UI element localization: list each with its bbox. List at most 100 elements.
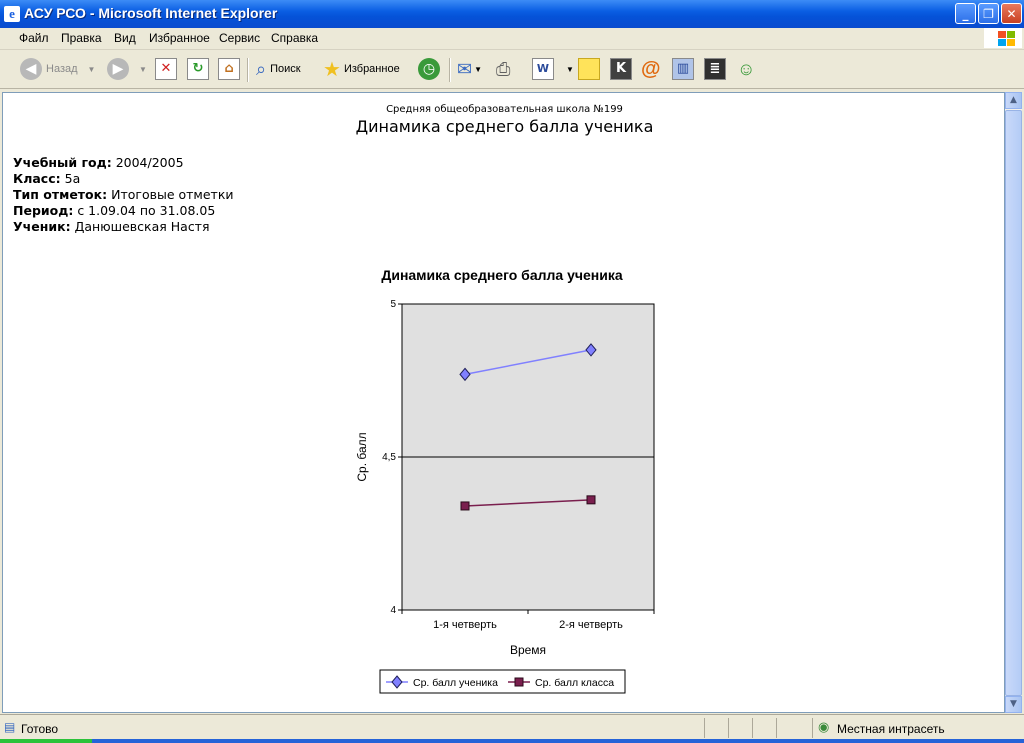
- x-tick-label: 2-я четверть: [559, 619, 623, 631]
- back-label: Назад: [46, 63, 78, 75]
- toolbar: ◀ Назад ▼ ▶ ▼ ✕ ↻ ⌂ ⌕ Поиск ★ Избранное …: [0, 50, 1024, 89]
- chart-title: Динамика среднего балла ученика: [381, 267, 622, 283]
- scroll-up-button[interactable]: ▲: [1005, 92, 1022, 109]
- legend-label: Ср. балл класса: [535, 677, 614, 689]
- y-axis-label: Ср. балл: [355, 432, 369, 481]
- data-point-series-2: [586, 495, 596, 505]
- info-value: 5а: [64, 171, 81, 186]
- status-bar: ▤ Готово ◉ Местная интрасеть: [0, 714, 1024, 743]
- archive-icon: ≣: [704, 58, 726, 80]
- menu-tools[interactable]: Сервис: [219, 31, 260, 45]
- status-pane: [776, 718, 777, 738]
- info-class: Класс: 5а: [13, 171, 80, 186]
- info-value: с 1.09.04 по 31.08.05: [77, 203, 216, 218]
- info-label: Период:: [13, 203, 74, 218]
- books-icon: ▥: [672, 58, 694, 80]
- forward-button[interactable]: ▶ ▼: [107, 56, 147, 82]
- forward-arrow-icon: ▶: [107, 58, 129, 80]
- archive-button[interactable]: ≣: [704, 56, 730, 82]
- menu-bar: Файл Правка Вид Избранное Сервис Справка: [0, 28, 1024, 50]
- toolbar-separator: [247, 58, 249, 82]
- menu-favorites[interactable]: Избранное: [149, 31, 210, 45]
- stop-button[interactable]: ✕: [155, 56, 181, 82]
- info-value: Данюшевская Настя: [74, 219, 210, 234]
- info-school-year: Учебный год: 2004/2005: [13, 155, 184, 170]
- close-button[interactable]: ✕: [1001, 3, 1022, 24]
- status-pane: [812, 718, 813, 738]
- stop-icon: ✕: [155, 58, 177, 80]
- research-button[interactable]: ▥: [672, 56, 698, 82]
- info-mark-type: Тип отметок: Итоговые отметки: [13, 187, 234, 202]
- search-icon: ⌕: [256, 58, 267, 79]
- mail-button[interactable]: ✉ ▼: [457, 56, 482, 82]
- favorites-label: Избранное: [343, 63, 400, 75]
- security-zone: Местная интрасеть: [837, 722, 945, 736]
- legend-marker: [514, 677, 524, 687]
- home-icon: ⌂: [218, 58, 240, 80]
- info-student: Ученик: Данюшевская Настя: [13, 219, 210, 234]
- favorites-button[interactable]: ★ Избранное: [323, 56, 400, 82]
- x-axis-label: Время: [510, 643, 546, 657]
- mail-dropdown-icon[interactable]: ▼: [474, 65, 482, 74]
- window-title: АСУ РСО - Microsoft Internet Explorer: [24, 5, 278, 21]
- toolbar-separator: [449, 58, 451, 82]
- info-label: Класс:: [13, 171, 61, 186]
- edit-dropdown-icon[interactable]: ▼: [566, 65, 574, 74]
- intranet-zone-icon: ◉: [818, 720, 830, 735]
- home-button[interactable]: ⌂: [218, 56, 244, 82]
- at-mail-button[interactable]: @: [641, 56, 661, 82]
- taskbar-strip: [0, 739, 1024, 743]
- y-tick-label: 5: [390, 299, 396, 310]
- menu-file[interactable]: Файл: [19, 31, 49, 45]
- refresh-icon: ↻: [187, 58, 209, 80]
- vertical-scrollbar[interactable]: ▲ ▼: [1005, 92, 1022, 713]
- status-text: Готово: [21, 722, 59, 736]
- mail-icon: ✉: [457, 58, 473, 79]
- info-label: Тип отметок:: [13, 187, 108, 202]
- history-icon: ◷: [418, 58, 440, 80]
- page-viewport: Средняя общеобразовательная школа №199 Д…: [2, 92, 1005, 713]
- messenger-icon: ☺: [737, 58, 756, 79]
- search-label: Поиск: [270, 63, 301, 75]
- menu-edit[interactable]: Правка: [61, 31, 102, 45]
- maximize-button[interactable]: ❐: [978, 3, 999, 24]
- back-dropdown-icon[interactable]: ▼: [88, 65, 96, 74]
- x-tick-label: 1-я четверть: [433, 619, 497, 631]
- notes-button[interactable]: [578, 56, 604, 82]
- info-label: Учебный год:: [13, 155, 112, 170]
- info-period: Период: с 1.09.04 по 31.08.05: [13, 203, 215, 218]
- k-button[interactable]: K: [610, 56, 636, 82]
- status-pane: [752, 718, 753, 738]
- print-button[interactable]: ⎙: [496, 56, 510, 82]
- k-icon: K: [610, 58, 632, 80]
- title-bar: e АСУ РСО - Microsoft Internet Explorer …: [0, 0, 1024, 28]
- y-tick-label: 4,5: [382, 452, 396, 463]
- refresh-button[interactable]: ↻: [187, 56, 213, 82]
- average-grade-chart: Динамика среднего балла ученика 4 4,5 5 1-…: [355, 267, 655, 694]
- edit-word-button[interactable]: W ▼: [532, 56, 574, 82]
- forward-dropdown-icon[interactable]: ▼: [139, 65, 147, 74]
- scroll-thumb[interactable]: [1005, 110, 1022, 696]
- ie-app-icon: e: [4, 6, 20, 22]
- status-pane: [704, 718, 705, 738]
- report-title: Динамика среднего балла ученика: [355, 117, 654, 136]
- page-status-icon: ▤: [4, 720, 16, 734]
- legend-label: Ср. балл ученика: [413, 677, 498, 689]
- star-icon: ★: [323, 58, 341, 81]
- menu-view[interactable]: Вид: [114, 31, 136, 45]
- menu-help[interactable]: Справка: [271, 31, 318, 45]
- windows-logo-icon: [984, 28, 1022, 48]
- minimize-button[interactable]: _: [955, 3, 976, 24]
- search-button[interactable]: ⌕ Поиск: [256, 56, 301, 82]
- y-tick-label: 4: [390, 605, 396, 616]
- messenger-button[interactable]: ☺: [737, 56, 755, 82]
- back-button[interactable]: ◀ Назад ▼: [20, 56, 95, 82]
- scroll-down-button[interactable]: ▼: [1005, 696, 1022, 713]
- history-button[interactable]: ◷: [418, 56, 444, 82]
- status-pane: [728, 718, 729, 738]
- data-point-series-2: [460, 501, 470, 511]
- at-icon: @: [641, 57, 661, 80]
- info-value: Итоговые отметки: [111, 187, 234, 202]
- print-icon: ⎙: [496, 58, 511, 79]
- back-arrow-icon: ◀: [20, 58, 42, 80]
